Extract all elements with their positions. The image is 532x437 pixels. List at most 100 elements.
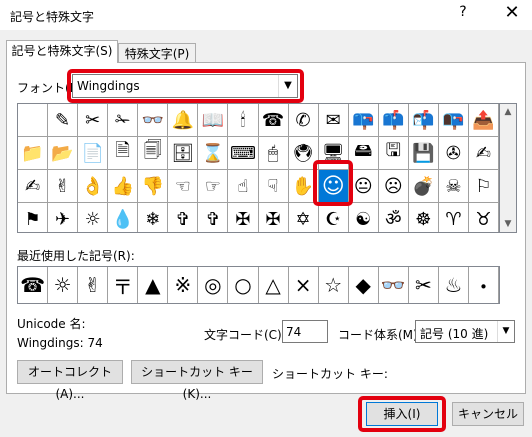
symbol-cell[interactable]: 🗄	[168, 137, 199, 169]
symbol-cell[interactable]: 👌	[78, 170, 109, 202]
symbol-cell[interactable]: ⌨	[228, 137, 259, 169]
symbol-cell[interactable]: 📪	[349, 104, 379, 136]
symbol-cell[interactable]	[18, 104, 49, 136]
symbol-cell[interactable]: 📭	[439, 104, 469, 136]
symbol-cell[interactable]: 🖫	[379, 137, 409, 169]
scroll-up-icon[interactable]: ▲	[500, 104, 516, 120]
symbol-cell[interactable]: 🖥	[319, 137, 349, 169]
help-icon[interactable]: ?	[455, 4, 471, 20]
symbol-cell[interactable]: ✠	[228, 203, 259, 232]
chevron-down-icon[interactable]: ▼	[497, 321, 514, 342]
symbol-cell[interactable]: ☼	[78, 203, 109, 232]
symbol-cell[interactable]: 📂	[48, 137, 79, 169]
symbol-cell[interactable]: 📫	[379, 104, 409, 136]
symbol-cell[interactable]: ॐ	[379, 203, 409, 232]
recent-symbol-cell[interactable]: ▲	[138, 267, 169, 303]
symbol-cell[interactable]: 📖	[198, 104, 229, 136]
symbol-cell[interactable]: ♈	[439, 203, 469, 232]
symbol-grid[interactable]: ✎ ✂ ✁ 👓 🔔 📖 🕯 ☎ ✆ ✉ 📪 📫 📬 📭 📤 📁 📂 📄 🗎 🗐 🗄 ⌛ ⌨ 🖱 🖲 🖥 🖴 🖫 💾 ✇ ✍ ✍ ✌ 👌 👍 👎 ☜ ☞ ☝ ☟…	[17, 103, 500, 233]
title-bar: 記号と特殊文字 ? ✕	[0, 0, 532, 30]
symbol-cell[interactable]: ☝	[228, 170, 259, 202]
close-icon[interactable]: ✕	[500, 2, 524, 23]
insert-button[interactable]: 挿入(I)	[366, 402, 438, 426]
symbol-cell[interactable]: ✁	[108, 104, 139, 136]
unicode-name-label: Unicode 名:	[17, 317, 86, 331]
symbol-cell[interactable]: ⚑	[18, 203, 49, 232]
recent-symbol-cell[interactable]: ※	[168, 267, 199, 303]
symbol-cell[interactable]: 🗎	[108, 137, 139, 169]
symbol-cell[interactable]: 🕯	[228, 104, 259, 136]
symbol-cell[interactable]: ✂	[78, 104, 109, 136]
grid-scrollbar[interactable]: ▲ ▼	[500, 103, 517, 233]
symbol-cell[interactable]: ✈	[48, 203, 79, 232]
cancel-button[interactable]: キャンセル	[452, 402, 524, 426]
symbol-cell[interactable]: ☞	[198, 170, 229, 202]
symbol-cell[interactable]: ✋	[289, 170, 319, 202]
symbol-cell[interactable]: ☯	[349, 203, 379, 232]
recent-symbol-cell[interactable]: ✂	[409, 267, 439, 303]
symbol-cell[interactable]: ✍	[18, 170, 49, 202]
shortcut-key-button[interactable]: ショートカット キー(K)...	[131, 360, 263, 401]
recent-symbol-cell[interactable]: ・	[469, 267, 499, 303]
chevron-down-icon[interactable]: ▼	[278, 75, 297, 97]
symbol-cell[interactable]: ☪	[319, 203, 349, 232]
symbol-cell[interactable]: ✉	[319, 104, 349, 136]
recent-symbol-cell[interactable]: 〒	[108, 267, 139, 303]
autocorrect-button[interactable]: オートコレクト(A)...	[17, 360, 123, 401]
recent-symbol-cell[interactable]: ☼	[48, 267, 79, 303]
symbol-cell[interactable]: ✇	[439, 137, 469, 169]
symbol-cell[interactable]: ✠	[259, 203, 289, 232]
recent-symbol-cell[interactable]: ☆	[319, 267, 349, 303]
symbol-cell[interactable]: 🔔	[168, 104, 199, 136]
recent-symbols[interactable]: ☎ ☼ ✌ 〒 ▲ ※ ◎ ○ △ × ☆ ◆ 👓 ✂ ♨ ・	[17, 266, 500, 304]
recent-symbol-cell[interactable]: △	[259, 267, 289, 303]
symbol-cell[interactable]: 💣	[409, 170, 439, 202]
symbol-cell[interactable]: 👍	[108, 170, 139, 202]
symbol-cell[interactable]: ✞	[168, 203, 199, 232]
recent-symbol-cell[interactable]: ◎	[198, 267, 229, 303]
symbol-cell[interactable]: 💾	[409, 137, 439, 169]
symbol-cell[interactable]: 📤	[469, 104, 499, 136]
symbol-cell[interactable]: 😐	[349, 170, 379, 202]
symbol-cell[interactable]: 📄	[78, 137, 109, 169]
symbol-cell[interactable]: 🖲	[289, 137, 319, 169]
symbol-cell[interactable]: 💧	[108, 203, 139, 232]
symbol-cell[interactable]: 🖴	[349, 137, 379, 169]
symbol-cell[interactable]: ☹	[379, 170, 409, 202]
symbol-cell[interactable]: 🖱	[259, 137, 289, 169]
symbol-cell[interactable]: ✞	[198, 203, 229, 232]
recent-symbol-cell[interactable]: ○	[228, 267, 259, 303]
recent-symbol-cell[interactable]: ◆	[349, 267, 379, 303]
recent-symbol-cell[interactable]: ☎	[18, 267, 49, 303]
symbol-cell[interactable]: 👓	[138, 104, 169, 136]
symbol-cell[interactable]: 🗐	[138, 137, 169, 169]
symbol-cell[interactable]: ✡	[289, 203, 319, 232]
symbol-cell[interactable]: ⌛	[198, 137, 229, 169]
symbol-cell[interactable]: ✆	[289, 104, 319, 136]
tab-symbols[interactable]: 記号と特殊文字(S)	[6, 40, 118, 63]
scroll-down-icon[interactable]: ▼	[500, 216, 516, 232]
symbol-cell[interactable]: 📬	[409, 104, 439, 136]
symbol-cell[interactable]: ✌	[48, 170, 79, 202]
charset-dropdown[interactable]: 記号 (10 進) ▼	[415, 320, 515, 343]
tab-special-characters[interactable]: 特殊文字(P)	[118, 43, 196, 63]
recent-symbol-cell[interactable]: ✌	[78, 267, 109, 303]
char-code-input[interactable]: 74	[282, 320, 328, 343]
recent-symbol-cell[interactable]: 👓	[379, 267, 409, 303]
symbol-cell[interactable]: ☸	[409, 203, 439, 232]
symbol-cell[interactable]: ✎	[48, 104, 79, 136]
symbol-cell[interactable]: ❄	[138, 203, 169, 232]
symbol-cell[interactable]: 📁	[18, 137, 49, 169]
symbol-cell[interactable]: ☟	[259, 170, 289, 202]
recent-symbol-cell[interactable]: ♨	[439, 267, 469, 303]
font-dropdown[interactable]: Wingdings ▼	[72, 74, 298, 98]
symbol-cell-selected[interactable]: ☺	[318, 170, 349, 202]
symbol-cell[interactable]: ☠	[439, 170, 469, 202]
recent-symbol-cell[interactable]: ×	[289, 267, 319, 303]
symbol-cell[interactable]: ⚐	[469, 170, 499, 202]
symbol-cell[interactable]: ♉	[469, 203, 499, 232]
symbol-cell[interactable]: ✍	[469, 137, 499, 169]
symbol-cell[interactable]: ☜	[168, 170, 199, 202]
symbol-cell[interactable]: 👎	[138, 170, 169, 202]
symbol-cell[interactable]: ☎	[259, 104, 289, 136]
